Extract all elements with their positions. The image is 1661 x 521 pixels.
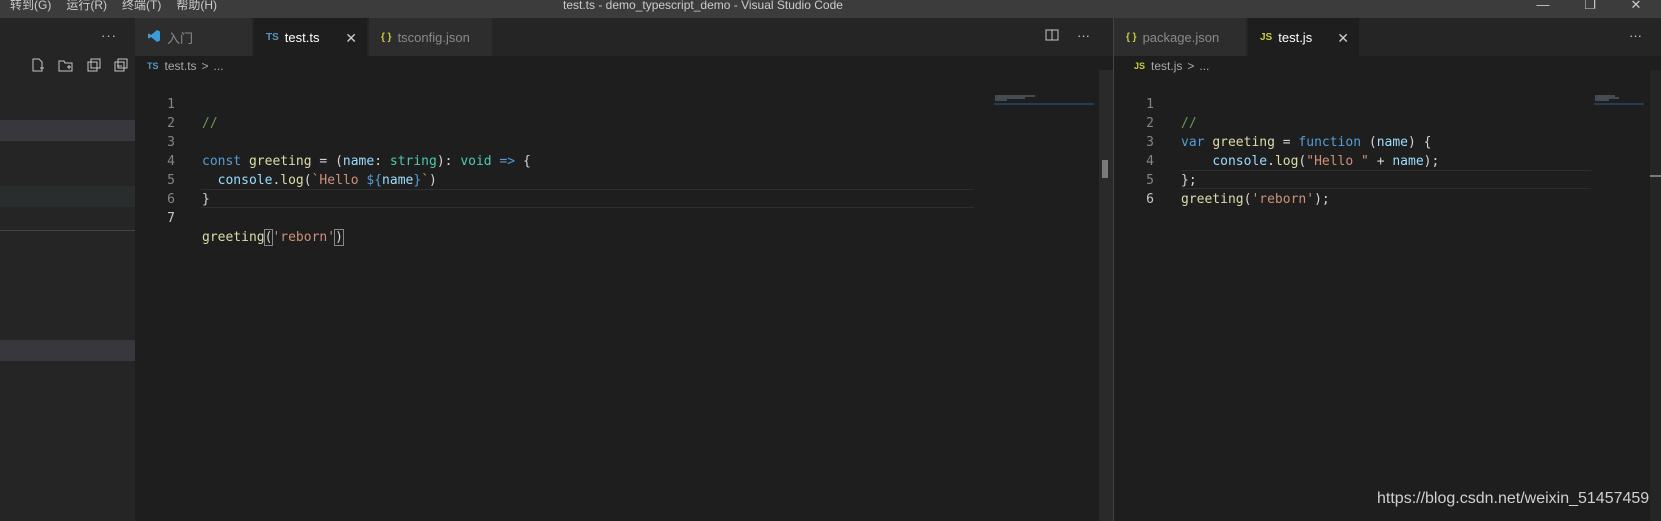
code-line: 2 var greeting = function (name) { xyxy=(1114,95,1661,150)
breadcrumb: TS test.ts > ... xyxy=(135,55,1113,77)
javascript-file-icon: JS xyxy=(1260,31,1273,43)
scrollbar-thumb-right[interactable] xyxy=(1650,175,1661,177)
menu-bar: 转到(G) 运行(R) 终端(T) 帮助(H) xyxy=(10,0,217,18)
tab-label: 入门 xyxy=(167,30,194,46)
tab-welcome[interactable]: 入门 xyxy=(135,18,253,56)
tab-bar-right: { } package.json JS test.js ✕ ··· xyxy=(1114,18,1661,56)
new-folder-icon[interactable] xyxy=(56,56,75,75)
code-line: 7 greeting('reborn') xyxy=(135,190,1113,246)
breadcrumb-symbols[interactable]: ... xyxy=(214,59,224,73)
more-actions-icon[interactable]: ··· xyxy=(1629,28,1642,43)
breadcrumb-file[interactable]: test.ts xyxy=(165,59,197,73)
sidebar-hover-row[interactable] xyxy=(0,186,135,207)
minimize-button[interactable]: — xyxy=(1520,0,1566,15)
explorer-actions xyxy=(28,56,131,75)
json-file-icon: { } xyxy=(1126,31,1137,43)
breadcrumb: JS test.js > ... xyxy=(1114,55,1661,77)
tab-test-js[interactable]: JS test.js ✕ xyxy=(1248,18,1360,56)
more-actions-icon[interactable]: ··· xyxy=(1077,28,1090,45)
sidebar-selected-row-2[interactable] xyxy=(0,340,135,361)
json-file-icon: { } xyxy=(381,31,392,43)
tab-bar-left: 入门 TS test.ts ✕ { } tsconfig.json ··· xyxy=(135,18,1113,56)
title-bar: 转到(G) 运行(R) 终端(T) 帮助(H) test.ts - demo_t… xyxy=(0,0,1661,18)
chevron-right-icon: > xyxy=(201,59,209,73)
minimap-right[interactable] xyxy=(1594,92,1644,105)
editor-actions-left: ··· xyxy=(1045,28,1090,45)
code-text: greeting('reborn'); xyxy=(1181,192,1330,207)
breadcrumb-file[interactable]: test.js xyxy=(1151,59,1182,73)
menu-run[interactable]: 运行(R) xyxy=(66,0,107,18)
menu-goto[interactable]: 转到(G) xyxy=(10,0,51,18)
explorer-sidebar: ··· xyxy=(0,18,135,521)
sidebar-selected-row[interactable] xyxy=(0,120,135,141)
sidebar-divider xyxy=(0,230,135,231)
close-icon[interactable]: ✕ xyxy=(345,30,357,47)
vscode-icon xyxy=(147,29,161,46)
breadcrumb-symbols[interactable]: ... xyxy=(1199,59,1209,73)
menu-terminal[interactable]: 终端(T) xyxy=(122,0,161,18)
line-number: 6 xyxy=(1146,192,1154,207)
editor-actions-right: ··· xyxy=(1629,28,1642,43)
vertical-scrollbar-left[interactable] xyxy=(1099,70,1113,521)
tab-tsconfig-json[interactable]: { } tsconfig.json xyxy=(369,18,493,56)
code-line: 3 console.log("Hello " + name); xyxy=(1114,114,1661,169)
tab-label: package.json xyxy=(1142,29,1220,45)
sidebar-more-button[interactable]: ··· xyxy=(101,28,117,43)
code-line: 3 const greeting = (name: string): void … xyxy=(135,114,1113,169)
code-line: 4 }; xyxy=(1114,133,1661,188)
chevron-right-icon: > xyxy=(1187,59,1195,73)
tab-package-json[interactable]: { } package.json xyxy=(1114,18,1247,56)
code-line: 1 // xyxy=(1114,76,1661,131)
restore-button[interactable]: ❐ xyxy=(1567,0,1613,15)
scrollbar-thumb-left[interactable] xyxy=(1102,160,1108,178)
code-line: 5 } xyxy=(135,152,1113,207)
minimap-left[interactable] xyxy=(994,92,1094,105)
window-title: test.ts - demo_typescript_demo - Visual … xyxy=(563,0,843,12)
line-number: 7 xyxy=(167,211,175,226)
tab-label: test.js xyxy=(1278,29,1313,45)
editor-group-left: 入门 TS test.ts ✕ { } tsconfig.json ··· TS… xyxy=(135,18,1113,521)
split-editor-icon[interactable] xyxy=(1045,28,1059,45)
vertical-scrollbar-right[interactable] xyxy=(1650,70,1661,521)
close-window-button[interactable]: ✕ xyxy=(1613,0,1659,15)
typescript-file-icon: TS xyxy=(147,61,159,71)
menu-help[interactable]: 帮助(H) xyxy=(176,0,217,18)
tab-label: tsconfig.json xyxy=(397,29,470,45)
code-text: greeting('reborn') xyxy=(202,229,344,246)
collapse-all-icon[interactable] xyxy=(112,56,131,75)
code-line: 6 xyxy=(1114,171,1661,207)
code-line: 1 // xyxy=(135,76,1113,131)
watermark-url: https://blog.csdn.net/weixin_51457459 xyxy=(1377,490,1650,507)
tab-label: test.ts xyxy=(284,29,320,45)
refresh-icon[interactable] xyxy=(84,56,103,75)
new-file-icon[interactable] xyxy=(28,56,47,75)
code-line: 4 console.log(`Hello ${name}`) xyxy=(135,133,1113,188)
editor-group-right: { } package.json JS test.js ✕ ··· JS tes… xyxy=(1113,18,1661,521)
tab-test-ts[interactable]: TS test.ts ✕ xyxy=(254,18,368,56)
typescript-file-icon: TS xyxy=(266,31,279,43)
javascript-file-icon: JS xyxy=(1134,61,1146,71)
code-line: 6 xyxy=(135,171,1113,207)
code-line: 2 xyxy=(135,95,1113,131)
code-line: 5 greeting('reborn'); xyxy=(1114,152,1661,207)
close-icon[interactable]: ✕ xyxy=(1337,30,1349,47)
